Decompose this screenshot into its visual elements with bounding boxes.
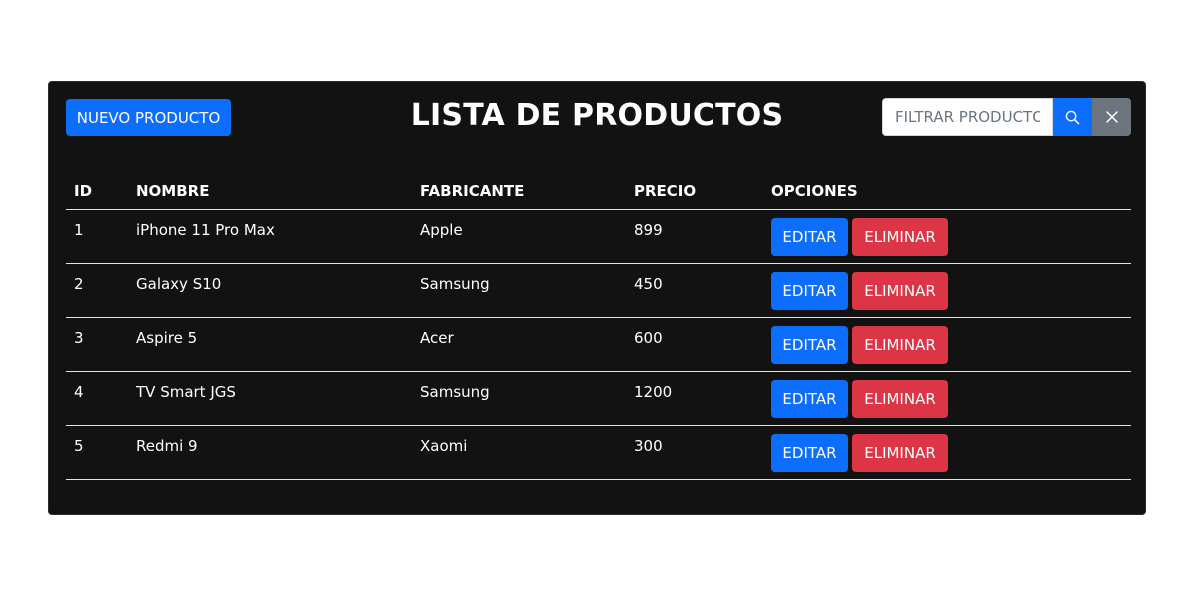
cell-opciones: EDITAR ELIMINAR [763,209,1131,264]
cell-nombre: Redmi 9 [128,425,412,480]
table-row: 2 Galaxy S10 Samsung 450 EDITAR ELIMINAR [66,263,1131,318]
table-row: 3 Aspire 5 Acer 600 EDITAR ELIMINAR [66,317,1131,372]
delete-button[interactable]: ELIMINAR [852,434,948,472]
cell-id: 3 [66,317,128,372]
cell-precio: 899 [626,209,763,264]
cell-precio: 300 [626,425,763,480]
edit-button[interactable]: EDITAR [771,218,848,256]
cell-fabricante: Samsung [412,371,626,426]
cell-nombre: TV Smart JGS [128,371,412,426]
cell-opciones: EDITAR ELIMINAR [763,317,1131,372]
cell-fabricante: Samsung [412,263,626,318]
cell-fabricante: Xaomi [412,425,626,480]
cell-id: 5 [66,425,128,480]
close-icon [1105,111,1118,123]
table-row: 4 TV Smart JGS Samsung 1200 EDITAR ELIMI… [66,371,1131,426]
table-header-row: ID NOMBRE FABRICANTE PRECIO OPCIONES [66,172,1131,210]
table-row: 1 iPhone 11 Pro Max Apple 899 EDITAR ELI… [66,209,1131,264]
cell-precio: 600 [626,317,763,372]
cell-opciones: EDITAR ELIMINAR [763,425,1131,480]
cell-id: 2 [66,263,128,318]
column-header-id: ID [66,172,128,210]
filter-group [882,98,1131,136]
column-header-opciones: OPCIONES [763,172,1131,210]
cell-opciones: EDITAR ELIMINAR [763,263,1131,318]
edit-button[interactable]: EDITAR [771,434,848,472]
product-list-card: NUEVO PRODUCTO LISTA DE PRODUCTOS FILTRA… [48,81,1146,515]
products-table: ID NOMBRE FABRICANTE PRECIO OPCIONES 1 i… [66,172,1131,480]
cell-id: 1 [66,209,128,264]
edit-button[interactable]: EDITAR [771,326,848,364]
delete-button[interactable]: ELIMINAR [852,380,948,418]
cell-nombre: iPhone 11 Pro Max [128,209,412,264]
table-row: 5 Redmi 9 Xaomi 300 EDITAR ELIMINAR [66,425,1131,480]
edit-button[interactable]: EDITAR [771,272,848,310]
delete-button[interactable]: ELIMINAR [852,218,948,256]
search-button[interactable] [1053,98,1092,136]
cell-opciones: EDITAR ELIMINAR [763,371,1131,426]
new-product-button[interactable]: NUEVO PRODUCTO [66,99,231,136]
cell-fabricante: Apple [412,209,626,264]
column-header-precio: PRECIO [626,172,763,210]
cell-nombre: Aspire 5 [128,317,412,372]
clear-filter-button[interactable] [1092,98,1131,136]
column-header-nombre: NOMBRE [128,172,412,210]
search-icon [1065,110,1080,124]
cell-id: 4 [66,371,128,426]
delete-button[interactable]: ELIMINAR [852,326,948,364]
cell-precio: 450 [626,263,763,318]
cell-fabricante: Acer [412,317,626,372]
filter-input[interactable] [882,98,1053,136]
edit-button[interactable]: EDITAR [771,380,848,418]
cell-nombre: Galaxy S10 [128,263,412,318]
delete-button[interactable]: ELIMINAR [852,272,948,310]
cell-precio: 1200 [626,371,763,426]
column-header-fabricante: FABRICANTE [412,172,626,210]
